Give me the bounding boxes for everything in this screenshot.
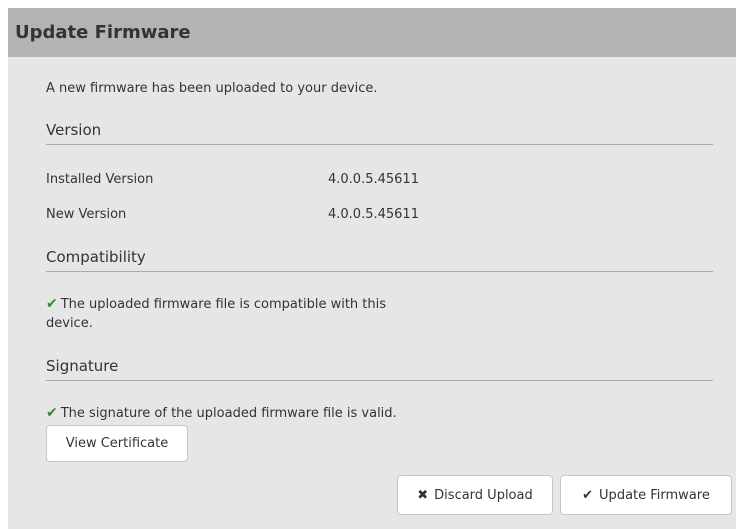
compatibility-message-line1: The uploaded firmware file is compatible…	[60, 297, 387, 312]
compatibility-message-line2: device.	[46, 316, 93, 331]
discard-upload-label: Discard Upload	[434, 487, 533, 503]
new-version-row: New Version 4.0.0.5.45611	[46, 207, 446, 227]
discard-upload-button[interactable]: ✖ Discard Upload	[397, 475, 553, 515]
signature-message-text: The signature of the uploaded firmware f…	[60, 406, 397, 421]
installed-version-label: Installed Version	[46, 172, 154, 187]
version-section-title: Version	[46, 121, 713, 145]
update-firmware-label: Update Firmware	[599, 487, 710, 503]
update-firmware-button[interactable]: ✔ Update Firmware	[560, 475, 732, 515]
intro-text: A new firmware has been uploaded to your…	[46, 81, 378, 96]
installed-version-value: 4.0.0.5.45611	[328, 172, 419, 187]
compatibility-message: ✔ The uploaded firmware file is compatibl…	[46, 295, 386, 333]
new-version-value: 4.0.0.5.45611	[328, 207, 419, 222]
compatibility-section-title: Compatibility	[46, 248, 713, 272]
installed-version-row: Installed Version 4.0.0.5.45611	[46, 172, 446, 192]
view-certificate-label: View Certificate	[65, 436, 169, 451]
check-icon: ✔	[46, 296, 58, 312]
signature-section-title: Signature	[46, 357, 713, 381]
close-icon: ✖	[417, 487, 429, 503]
update-firmware-dialog: Update Firmware A new firmware has been …	[8, 8, 736, 529]
check-icon: ✔	[582, 487, 594, 503]
new-version-label: New Version	[46, 207, 127, 222]
view-certificate-button[interactable]: View Certificate	[46, 425, 188, 462]
check-icon: ✔	[46, 405, 58, 421]
dialog-title: Update Firmware	[8, 8, 736, 57]
signature-message: ✔ The signature of the uploaded firmware …	[46, 404, 397, 423]
